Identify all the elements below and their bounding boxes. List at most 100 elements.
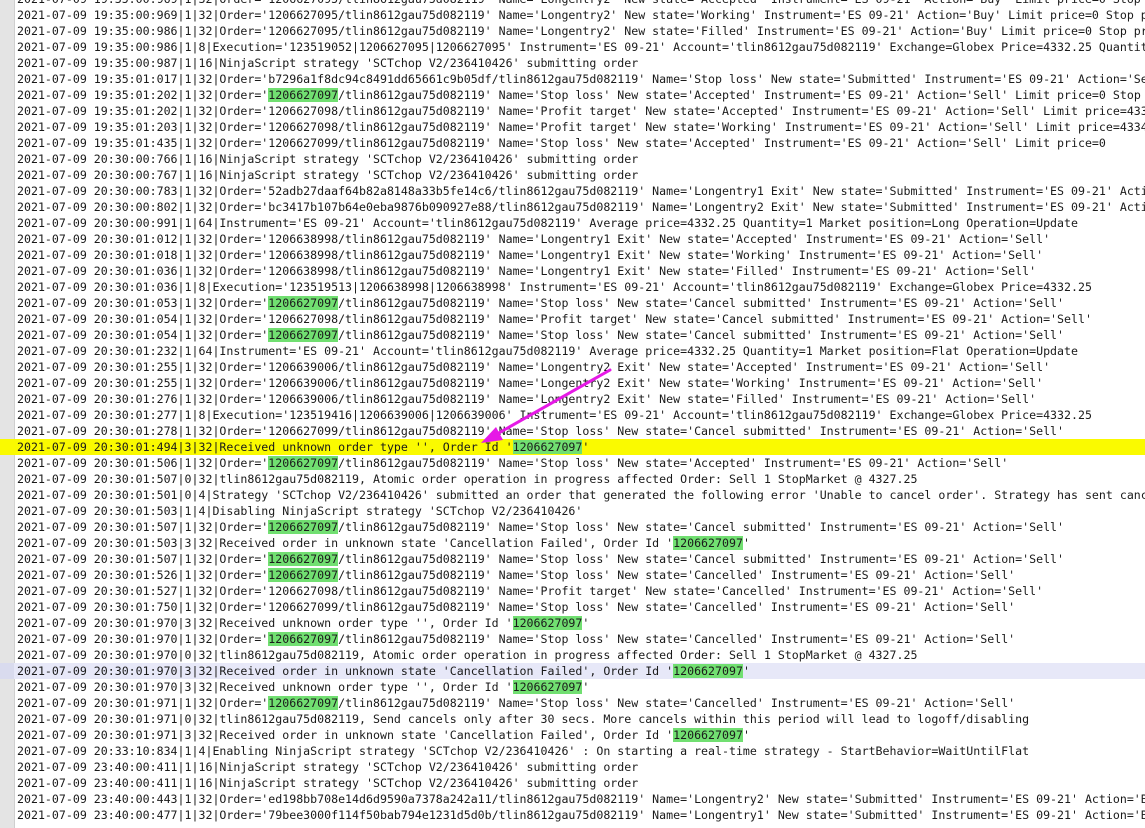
- log-text: 2021-07-09 20:30:01:036|1|8|Execution='1…: [17, 280, 1092, 294]
- log-text: 2021-07-09 19:35:01:202|1|32|Order='1206…: [17, 104, 1145, 118]
- log-text: 2021-07-09 20:30:01:503|3|32|Received or…: [17, 536, 674, 550]
- log-line[interactable]: 2021-07-09 20:30:01:971|0|32|tlin8612gau…: [0, 711, 1145, 727]
- log-line[interactable]: 2021-07-09 19:35:01:017|1|32|Order='b729…: [0, 71, 1145, 87]
- log-text: 2021-07-09 20:30:01:012|1|32|Order='1206…: [17, 232, 1051, 246]
- log-line[interactable]: 2021-07-09 19:35:01:203|1|32|Order='1206…: [0, 119, 1145, 135]
- search-match-order-id: 1206627097: [673, 728, 743, 742]
- log-line[interactable]: 2021-07-09 20:30:01:255|1|32|Order='1206…: [0, 375, 1145, 391]
- log-text: 2021-07-09 20:30:01:255|1|32|Order='1206…: [17, 360, 1051, 374]
- search-match-order-id: 1206627097: [268, 328, 339, 342]
- log-text: 2021-07-09 20:30:01:970|0|32|tlin8612gau…: [17, 648, 918, 662]
- search-match-order-id: 1206627097: [512, 440, 583, 454]
- log-line[interactable]: 2021-07-09 19:35:01:202|1|32|Order='1206…: [0, 87, 1145, 103]
- log-line[interactable]: 2021-07-09 20:30:00:767|1|16|NinjaScript…: [0, 167, 1145, 183]
- log-text: 2021-07-09 20:30:01:970|3|32|Received un…: [17, 680, 513, 694]
- log-text: 2021-07-09 20:30:01:506|1|32|Order=': [17, 456, 269, 470]
- log-text: 2021-07-09 20:30:01:970|1|32|Order=': [17, 632, 269, 646]
- log-line[interactable]: 2021-07-09 19:35:00:969|1|32|Order='1206…: [0, 0, 1145, 7]
- search-match-order-id: 1206627097: [268, 632, 339, 646]
- log-text: /tlin8612gau75d082119' Name='Stop loss' …: [338, 456, 1009, 470]
- log-line[interactable]: 2021-07-09 20:30:01:232|1|64|Instrument=…: [0, 343, 1145, 359]
- log-line[interactable]: 2021-07-09 20:30:01:255|1|32|Order='1206…: [0, 359, 1145, 375]
- log-text: /tlin8612gau75d082119' Name='Stop loss' …: [338, 520, 1065, 534]
- log-line[interactable]: 2021-07-09 20:30:01:036|1|8|Execution='1…: [0, 279, 1145, 295]
- log-text: 2021-07-09 20:30:01:018|1|32|Order='1206…: [17, 248, 1044, 262]
- log-line[interactable]: 2021-07-09 20:30:01:278|1|32|Order='1206…: [0, 423, 1145, 439]
- log-text: 2021-07-09 20:30:01:036|1|32|Order='1206…: [17, 264, 1037, 278]
- log-line[interactable]: 2021-07-09 20:30:01:503|1|4|Disabling Ni…: [0, 503, 1145, 519]
- log-line[interactable]: 2021-07-09 23:40:00:443|1|32|Order='ed19…: [0, 791, 1145, 807]
- log-line[interactable]: 2021-07-09 19:35:00:986|1|32|Order='1206…: [0, 23, 1145, 39]
- log-line[interactable]: 2021-07-09 23:40:00:411|1|16|NinjaScript…: [0, 775, 1145, 791]
- log-text: 2021-07-09 19:35:01:017|1|32|Order='b729…: [17, 72, 1145, 86]
- log-line[interactable]: 2021-07-09 19:35:00:986|1|8|Execution='1…: [0, 39, 1145, 55]
- log-line[interactable]: 2021-07-09 20:30:01:527|1|32|Order='1206…: [0, 583, 1145, 599]
- log-text: 2021-07-09 20:30:01:970|3|32|Received or…: [17, 664, 674, 678]
- log-line[interactable]: 2021-07-09 20:30:01:971|3|32|Received or…: [0, 727, 1145, 743]
- log-line[interactable]: 2021-07-09 20:30:01:507|0|32|tlin8612gau…: [0, 471, 1145, 487]
- log-text: 2021-07-09 20:30:01:232|1|64|Instrument=…: [17, 344, 1078, 358]
- log-text: 2021-07-09 20:30:01:054|1|32|Order=': [17, 328, 269, 342]
- log-line[interactable]: 2021-07-09 20:30:01:970|0|32|tlin8612gau…: [0, 647, 1145, 663]
- log-line[interactable]: 2021-07-09 20:30:01:277|1|8|Execution='1…: [0, 407, 1145, 423]
- log-line[interactable]: 2021-07-09 19:35:01:435|1|32|Order='1206…: [0, 135, 1145, 151]
- log-line[interactable]: 2021-07-09 19:35:00:987|1|16|NinjaScript…: [0, 55, 1145, 71]
- log-line[interactable]: 2021-07-09 20:30:01:012|1|32|Order='1206…: [0, 231, 1145, 247]
- log-line[interactable]: 2021-07-09 20:30:00:802|1|32|Order='bc34…: [0, 199, 1145, 215]
- log-line[interactable]: 2021-07-09 20:30:01:526|1|32|Order='1206…: [0, 567, 1145, 583]
- log-line[interactable]: 2021-07-09 20:30:00:991|1|64|Instrument=…: [0, 215, 1145, 231]
- log-text: /tlin8612gau75d082119' Name='Stop loss' …: [338, 552, 1065, 566]
- log-line[interactable]: 2021-07-09 20:30:01:971|1|32|Order='1206…: [0, 695, 1145, 711]
- log-text: 2021-07-09 20:30:01:503|1|4|Disabling Ni…: [17, 504, 583, 518]
- log-text: /tlin8612gau75d082119' Name='Stop loss' …: [338, 632, 1016, 646]
- log-text: 2021-07-09 20:30:01:507|1|32|Order=': [17, 520, 269, 534]
- log-line[interactable]: 2021-07-09 23:40:00:411|1|16|NinjaScript…: [0, 759, 1145, 775]
- log-text: 2021-07-09 20:30:01:276|1|32|Order='1206…: [17, 392, 1037, 406]
- log-text: 2021-07-09 20:30:00:767|1|16|NinjaScript…: [17, 168, 639, 182]
- log-line[interactable]: 2021-07-09 20:30:01:970|3|32|Received or…: [0, 663, 1145, 679]
- log-line[interactable]: 2021-07-09 20:30:01:501|0|4|Strategy 'SC…: [0, 487, 1145, 503]
- search-match-order-id: 1206627097: [268, 456, 339, 470]
- search-match-order-id: 1206627097: [512, 680, 583, 694]
- search-match-order-id: 1206627097: [268, 568, 339, 582]
- log-text: 2021-07-09 23:40:00:411|1|16|NinjaScript…: [17, 776, 639, 790]
- log-line[interactable]: 2021-07-09 19:35:01:202|1|32|Order='1206…: [0, 103, 1145, 119]
- log-line[interactable]: 2021-07-09 20:30:00:783|1|32|Order='52ad…: [0, 183, 1145, 199]
- log-viewer[interactable]: 2021-07-09 19:35:00:969|1|32|Order='1206…: [0, 0, 1145, 828]
- log-text: /tlin8612gau75d082119' Name='Stop loss' …: [338, 88, 1141, 102]
- log-text: 2021-07-09 20:33:10:834|1|4|Enabling Nin…: [17, 744, 1030, 758]
- log-text: 2021-07-09 20:30:01:507|1|32|Order=': [17, 552, 269, 566]
- log-line[interactable]: 2021-07-09 20:30:01:750|1|32|Order='1206…: [0, 599, 1145, 615]
- log-line[interactable]: 2021-07-09 20:30:01:507|1|32|Order='1206…: [0, 551, 1145, 567]
- log-line[interactable]: 2021-07-09 20:30:01:276|1|32|Order='1206…: [0, 391, 1145, 407]
- log-text: 2021-07-09 19:35:00:969|1|32|Order='1206…: [17, 0, 1145, 6]
- log-line[interactable]: 2021-07-09 20:30:01:018|1|32|Order='1206…: [0, 247, 1145, 263]
- log-line[interactable]: 2021-07-09 19:35:00:969|1|32|Order='1206…: [0, 7, 1145, 23]
- log-text: 2021-07-09 20:30:00:991|1|64|Instrument=…: [17, 216, 1078, 230]
- log-line[interactable]: 2021-07-09 20:30:01:036|1|32|Order='1206…: [0, 263, 1145, 279]
- log-line[interactable]: 2021-07-09 20:30:01:970|3|32|Received un…: [0, 615, 1145, 631]
- search-match-order-id: 1206627097: [268, 552, 339, 566]
- log-line[interactable]: 2021-07-09 20:30:01:503|3|32|Received or…: [0, 535, 1145, 551]
- log-text: 2021-07-09 20:30:01:277|1|8|Execution='1…: [17, 408, 1092, 422]
- log-line[interactable]: 2021-07-09 20:30:01:494|3|32|Received un…: [0, 439, 1145, 455]
- log-line[interactable]: 2021-07-09 20:30:01:054|1|32|Order='1206…: [0, 327, 1145, 343]
- log-line[interactable]: 2021-07-09 20:33:10:834|1|4|Enabling Nin…: [0, 743, 1145, 759]
- log-line[interactable]: 2021-07-09 23:40:00:477|1|32|Order='79be…: [0, 807, 1145, 823]
- log-text: /tlin8612gau75d082119' Name='Stop loss' …: [338, 328, 1065, 342]
- log-line[interactable]: 2021-07-09 20:30:01:506|1|32|Order='1206…: [0, 455, 1145, 471]
- log-text: 2021-07-09 20:30:00:783|1|32|Order='52ad…: [17, 184, 1145, 198]
- log-text: 2021-07-09 20:30:01:053|1|32|Order=': [17, 296, 269, 310]
- search-match-order-id: 1206627097: [673, 536, 743, 550]
- log-text: ': [582, 616, 590, 630]
- log-text: 2021-07-09 19:35:00:987|1|16|NinjaScript…: [17, 56, 639, 70]
- log-text: 2021-07-09 20:30:01:970|3|32|Received un…: [17, 616, 513, 630]
- log-line[interactable]: 2021-07-09 20:30:01:970|1|32|Order='1206…: [0, 631, 1145, 647]
- log-text: 2021-07-09 20:30:01:971|0|32|tlin8612gau…: [17, 712, 1030, 726]
- log-line[interactable]: 2021-07-09 20:30:01:970|3|32|Received un…: [0, 679, 1145, 695]
- log-text: 2021-07-09 19:35:01:203|1|32|Order='1206…: [17, 120, 1145, 134]
- log-line[interactable]: 2021-07-09 20:30:01:053|1|32|Order='1206…: [0, 295, 1145, 311]
- log-line[interactable]: 2021-07-09 20:30:01:054|1|32|Order='1206…: [0, 311, 1145, 327]
- log-line[interactable]: 2021-07-09 20:30:01:507|1|32|Order='1206…: [0, 519, 1145, 535]
- log-line[interactable]: 2021-07-09 20:30:00:766|1|16|NinjaScript…: [0, 151, 1145, 167]
